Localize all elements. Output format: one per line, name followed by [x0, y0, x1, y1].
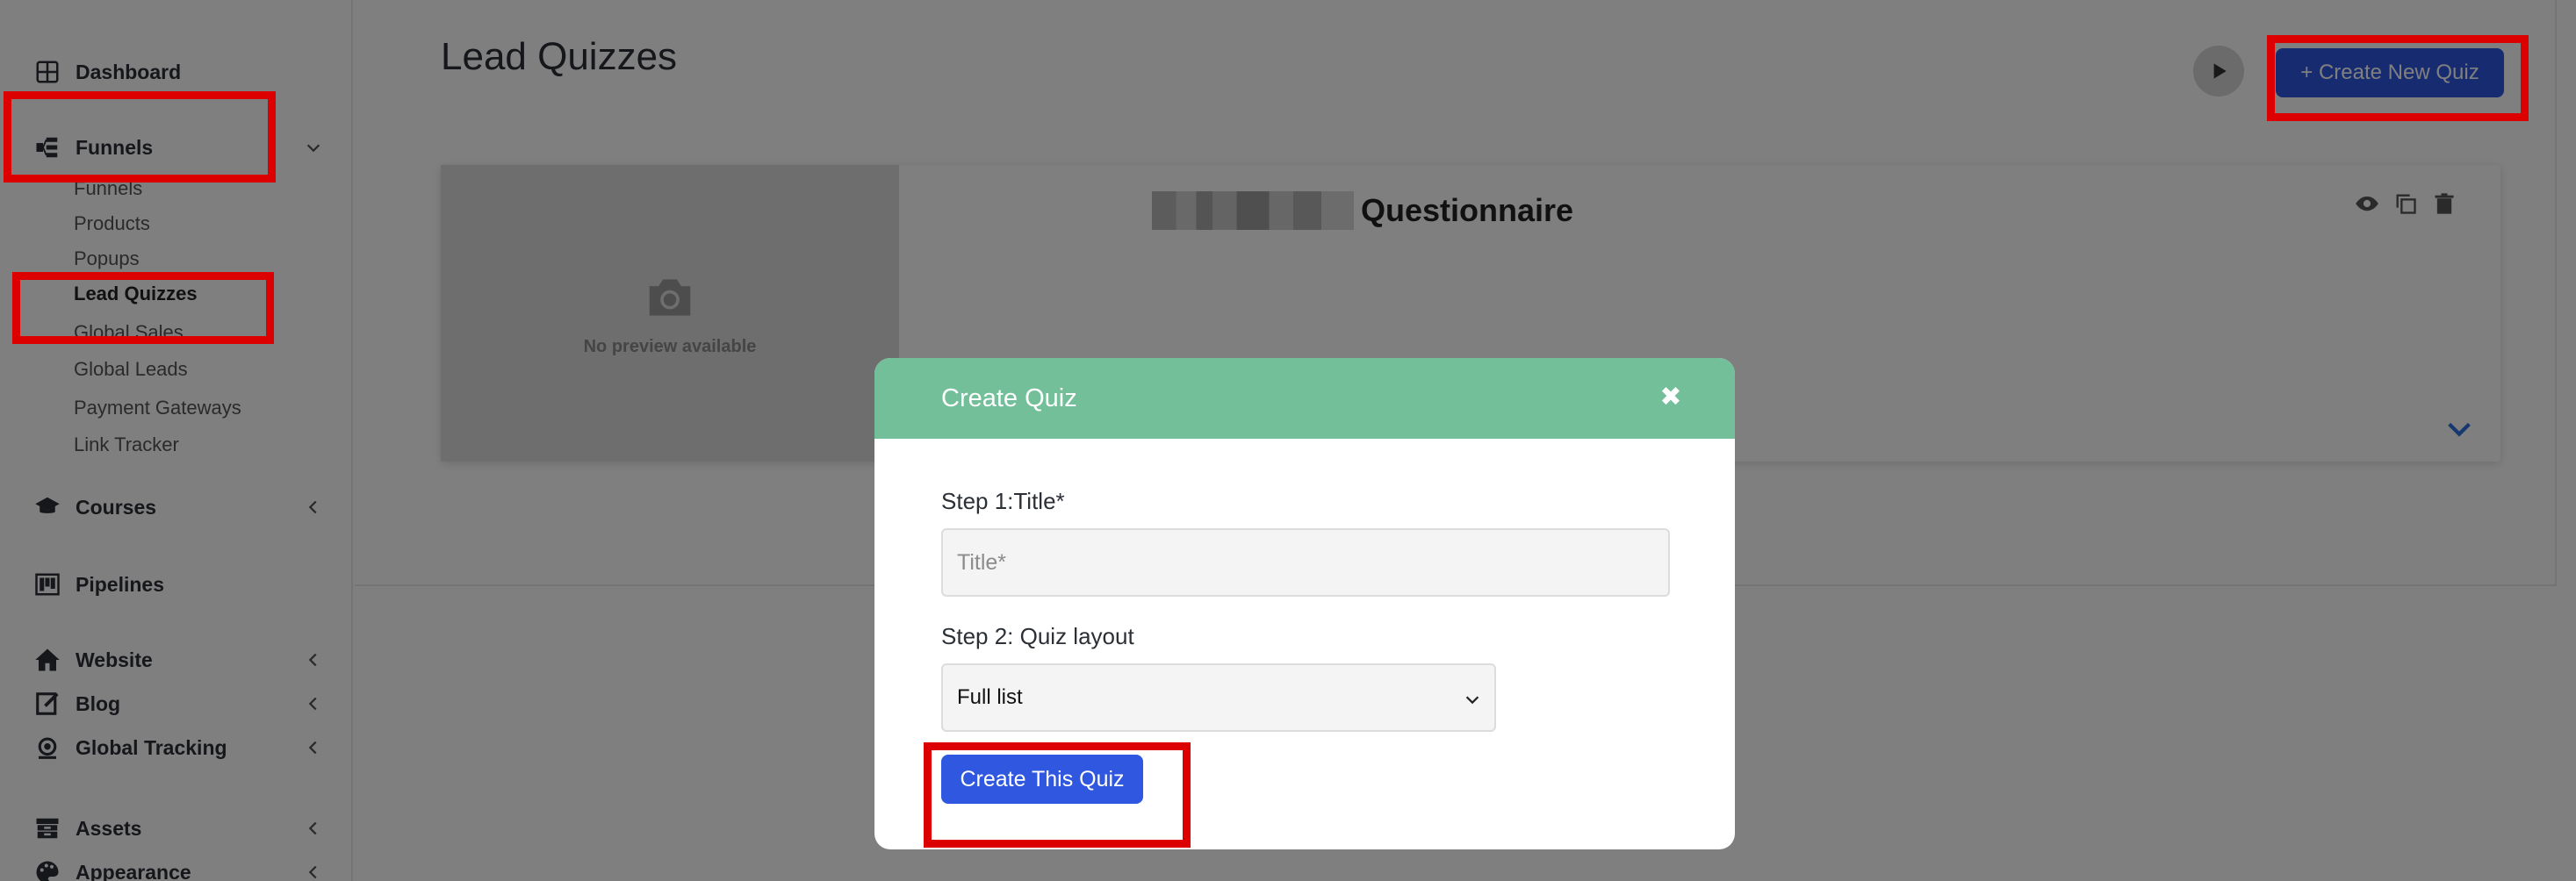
highlight-create-new-quiz — [2267, 35, 2529, 121]
chevron-down-icon — [1465, 696, 1479, 705]
quiz-title-input[interactable] — [941, 528, 1670, 597]
modal-title: Create Quiz — [941, 383, 1077, 412]
highlight-funnels — [4, 91, 276, 183]
close-icon[interactable]: ✖ — [1656, 383, 1686, 412]
modal-header: Create Quiz ✖ — [874, 358, 1735, 439]
quiz-layout-selected-value: Full list — [957, 685, 1023, 709]
highlight-lead-quizzes — [12, 272, 274, 344]
highlight-create-this-quiz — [924, 742, 1191, 848]
quiz-layout-select[interactable]: Full list — [941, 663, 1496, 732]
step2-layout-label: Step 2: Quiz layout — [941, 623, 1134, 649]
step1-title-label: Step 1:Title* — [941, 488, 1065, 514]
